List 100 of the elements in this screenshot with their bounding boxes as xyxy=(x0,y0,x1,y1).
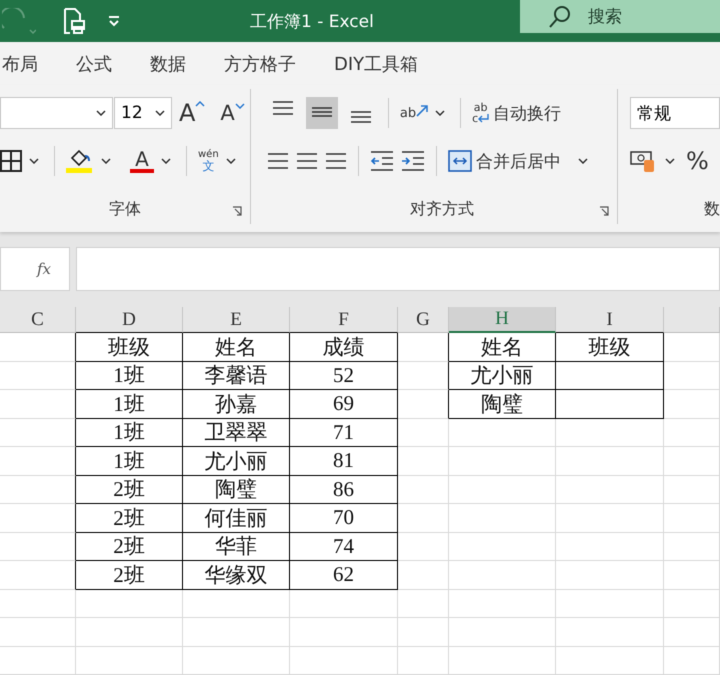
bottom-align-icon xyxy=(350,111,372,123)
table-cell: 1班 xyxy=(76,447,183,476)
table-cell: 卫翠翠 xyxy=(183,418,290,447)
table-cell xyxy=(664,646,720,675)
ribbon-tab[interactable]: 方方格子 xyxy=(224,52,296,76)
window-title: 工作簿1 - Excel xyxy=(250,10,374,32)
table-cell: 70 xyxy=(290,504,398,532)
search-field[interactable]: 搜索 xyxy=(586,6,690,28)
decrease-indent-icon[interactable] xyxy=(370,150,394,172)
table-cell: 81 xyxy=(290,447,398,476)
caret-icon[interactable] xyxy=(101,158,111,164)
caret-icon[interactable] xyxy=(161,158,171,164)
table-cell: 1班 xyxy=(76,418,183,447)
dialog-launcher-icon[interactable] xyxy=(232,206,242,216)
table-cell xyxy=(398,390,449,418)
merge-center-button[interactable]: 合并后居中 xyxy=(448,150,561,172)
horizontal-align-icon[interactable] xyxy=(266,150,289,172)
table-cell xyxy=(398,333,449,362)
search-icon xyxy=(548,4,572,28)
table-cell xyxy=(398,362,449,390)
table-cell: 尤小丽 xyxy=(183,447,290,476)
formula-input[interactable] xyxy=(76,247,720,291)
table-cell: 华菲 xyxy=(183,532,290,561)
caret-icon[interactable] xyxy=(578,158,588,164)
horizontal-align-icon[interactable] xyxy=(324,150,347,172)
middle-align-icon xyxy=(310,107,333,117)
table-cell xyxy=(664,418,720,447)
table-cell xyxy=(664,333,720,362)
customize-caret-icon[interactable] xyxy=(108,15,120,27)
caret-icon[interactable] xyxy=(435,110,446,116)
font-size-value: 12 xyxy=(121,103,143,123)
group-label: 对齐方式 xyxy=(410,198,474,220)
table-cell: 71 xyxy=(290,418,398,447)
table-cell: 2班 xyxy=(76,561,183,590)
font-color-button[interactable]: A xyxy=(130,149,154,173)
table-cell xyxy=(664,362,720,390)
table-cell xyxy=(398,590,449,618)
merge-cells-icon xyxy=(448,150,472,172)
search-box[interactable]: 搜索 xyxy=(520,0,720,33)
vertical-align-button[interactable] xyxy=(306,97,338,129)
table-cell: 华缘双 xyxy=(183,561,290,590)
table-cell xyxy=(664,390,720,418)
table-cell xyxy=(664,590,720,618)
borders-icon[interactable] xyxy=(0,150,22,172)
table-cell: 1班 xyxy=(76,362,183,390)
grow-font-button[interactable]: A xyxy=(179,99,206,127)
name-box[interactable]: fx xyxy=(0,247,70,291)
table-cell xyxy=(664,532,720,561)
table-cell: 姓名 xyxy=(183,333,290,362)
table-cell xyxy=(398,646,449,675)
table-cell: 86 xyxy=(290,476,398,504)
number-format-field[interactable]: 常规 xyxy=(630,97,720,129)
caret-icon[interactable] xyxy=(226,158,236,164)
table-cell xyxy=(664,618,720,646)
table-cell: 2班 xyxy=(76,476,183,504)
ribbon-tab[interactable]: 公式 xyxy=(76,52,112,76)
table-cell: 姓名 xyxy=(449,333,556,362)
percent-button[interactable]: % xyxy=(686,147,709,175)
table-cell: 74 xyxy=(290,532,398,561)
column-header[interactable]: E xyxy=(183,307,290,333)
caret-icon[interactable] xyxy=(665,158,675,164)
table-cell xyxy=(664,561,720,590)
phonetic-guide-button[interactable]: wén 文 xyxy=(198,150,219,172)
column-header[interactable]: I xyxy=(556,307,664,333)
print-preview-icon[interactable] xyxy=(62,7,86,35)
top-align-icon xyxy=(272,101,294,115)
column-header[interactable]: H xyxy=(449,307,556,333)
dialog-launcher-icon[interactable] xyxy=(599,206,609,216)
shrink-font-button[interactable]: A xyxy=(220,101,245,125)
table-cell: 69 xyxy=(290,390,398,418)
caret-icon[interactable] xyxy=(155,110,165,116)
caret-icon[interactable] xyxy=(29,158,39,164)
orientation-button[interactable]: ab xyxy=(400,105,428,121)
table-cell: 2班 xyxy=(76,504,183,532)
return-arrow-icon xyxy=(478,114,490,123)
font-size-field[interactable]: 12 xyxy=(114,97,172,129)
caret-icon[interactable] xyxy=(96,110,106,116)
table-cell xyxy=(398,447,449,476)
table-cell: 班级 xyxy=(76,333,183,362)
increase-indent-icon[interactable] xyxy=(400,150,425,172)
column-header[interactable]: C xyxy=(0,307,76,333)
table-cell: 成绩 xyxy=(290,333,398,362)
fill-color-icon[interactable] xyxy=(66,148,94,174)
ribbon-tab[interactable]: DIY工具箱 xyxy=(334,52,418,76)
ribbon-tab[interactable]: 布局 xyxy=(2,52,38,76)
table-cell: 62 xyxy=(290,561,398,590)
insert-function-button[interactable]: fx xyxy=(36,260,51,278)
table-cell: 2班 xyxy=(76,532,183,561)
ribbon-tab[interactable]: 数据 xyxy=(150,52,186,76)
column-header[interactable]: F xyxy=(290,307,398,333)
font-name-field[interactable] xyxy=(0,97,113,129)
table-cell: 陶璧 xyxy=(449,390,556,418)
horizontal-align-icon[interactable] xyxy=(296,150,318,172)
table-cell xyxy=(398,418,449,447)
table-cell xyxy=(398,532,449,561)
table-cell xyxy=(664,476,720,504)
group-label: 字体 xyxy=(108,198,141,220)
column-header[interactable]: D xyxy=(76,307,183,333)
up-caret-icon xyxy=(195,101,206,107)
table-cell xyxy=(398,504,449,532)
